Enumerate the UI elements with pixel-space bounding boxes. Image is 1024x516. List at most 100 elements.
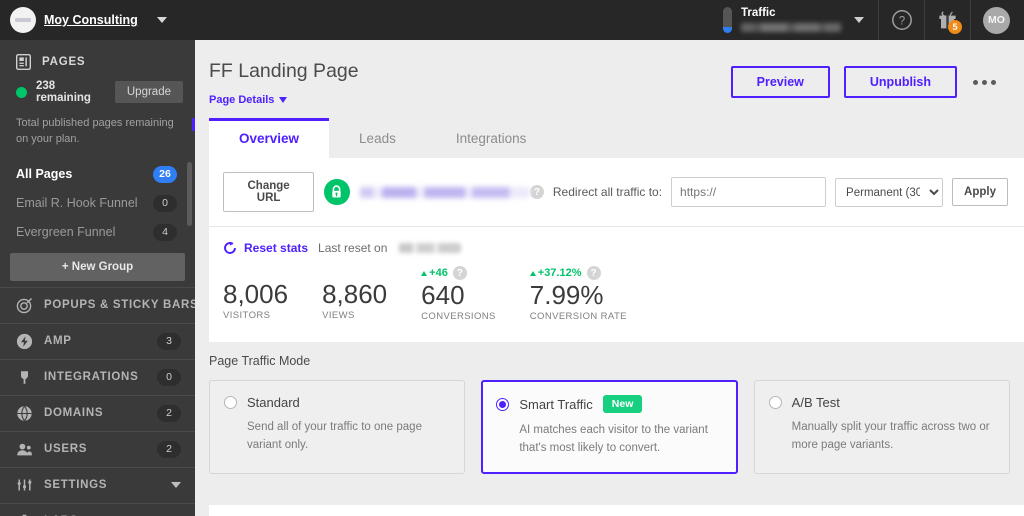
option-name: Smart Traffic (519, 396, 593, 412)
metric-value: 8,860 (322, 279, 388, 309)
delta-text: +37.12% (537, 267, 582, 279)
option-name: A/B Test (791, 395, 840, 411)
sidebar-item-count: 2 (157, 404, 181, 422)
metric-value: 7.99% (529, 280, 604, 310)
sidebar-item-amp[interactable]: AMP 3 (0, 322, 195, 359)
kebab-menu-icon[interactable] (971, 74, 998, 91)
traffic-selector[interactable]: Traffic (713, 0, 879, 40)
new-group-wrapper: + New Group (0, 247, 195, 287)
pages-remaining-row: 238 remaining Upgrade (0, 76, 195, 108)
sidebar-item-label: AMP (44, 335, 72, 348)
help-button[interactable]: ? (879, 0, 925, 40)
refresh-icon[interactable] (223, 241, 237, 255)
redirect-input[interactable] (671, 177, 827, 207)
secure-lock-icon (324, 179, 350, 205)
avatar[interactable]: MO (983, 6, 1010, 34)
last-reset-label: Last reset on (318, 241, 388, 255)
option-name: Standard (247, 395, 300, 411)
sidebar-item-users[interactable]: USERS 2 (0, 430, 195, 467)
chevron-down-icon[interactable] (171, 482, 181, 489)
list-item-label: All Pages (16, 167, 73, 182)
redirect-type-select[interactable]: Permanent (301) Temporary (302) (835, 177, 944, 207)
metric-conversion-rate: +37.12% ? 7.99% CONVERSION RATE (529, 265, 657, 322)
sidebar-item-email-r-hook-funnel[interactable]: Email R. Hook Funnel 0 (0, 189, 195, 218)
traffic-mode-option-standard[interactable]: Standard Send all of your traffic to one… (209, 380, 466, 474)
users-icon (16, 441, 33, 458)
list-item-count: 4 (153, 223, 177, 241)
page-traffic-mode-section: Page Traffic Mode Standard Send all of y… (195, 342, 1024, 498)
account-name[interactable]: Moy Consulting (44, 13, 138, 27)
sidebar-item-all-pages[interactable]: All Pages 26 (0, 160, 195, 189)
list-item-label: Evergreen Funnel (16, 225, 116, 240)
arrow-up-icon (529, 270, 536, 276)
sidebar-item-integrations[interactable]: INTEGRATIONS 0 (0, 358, 195, 395)
option-description: Manually split your traffic across two o… (791, 421, 990, 451)
page-header-left: FF Landing Page Page Details (209, 60, 359, 108)
globe-icon (16, 405, 33, 422)
metric-label: VIEWS (322, 310, 355, 322)
traffic-mode-option-smart-traffic[interactable]: Smart Traffic New AI matches each visito… (481, 380, 738, 474)
chevron-down-icon[interactable] (854, 17, 864, 23)
traffic-mode-option-ab-test[interactable]: A/B Test Manually split your traffic acr… (753, 380, 1010, 474)
upgrade-button[interactable]: Upgrade (114, 81, 183, 103)
traffic-domain-redacted (741, 22, 841, 32)
pages-list: All Pages 26 Email R. Hook Funnel 0 Ever… (0, 160, 195, 247)
pages-section-header: PAGES (0, 40, 195, 76)
redirect-controls: ? Redirect all traffic to: Permanent (30… (529, 177, 1008, 207)
gifts-button[interactable]: 5 (925, 0, 971, 40)
sidebar-item-labs[interactable]: LABS (0, 502, 195, 516)
help-circle-icon[interactable]: ? (529, 185, 544, 199)
delta-value: +46 (421, 267, 448, 279)
target-icon (16, 297, 33, 314)
option-header: Standard (224, 395, 450, 410)
radio-ab-test[interactable] (768, 396, 782, 410)
metric-views: 8,860 VIEWS (322, 265, 421, 322)
help-circle-icon[interactable]: ? (452, 266, 467, 280)
traffic-label: Traffic (741, 7, 776, 20)
list-item-count: 26 (153, 165, 177, 183)
new-group-button[interactable]: + New Group (10, 252, 185, 281)
option-description: AI matches each visitor to the variant t… (519, 424, 708, 454)
plug-icon (16, 369, 33, 386)
apply-button[interactable]: Apply (952, 178, 1008, 206)
url-row: Change URL ? Redirect all traffic to: ht… (209, 158, 1024, 227)
gifts-badge: 5 (948, 20, 962, 34)
page-header-actions: Preview Unpublish (730, 60, 998, 98)
sidebar: Moy Consulting PAGES 238 remaining Upgra… (0, 0, 195, 516)
page-header: FF Landing Page Page Details Preview Unp… (195, 40, 1024, 118)
sliders-icon (16, 477, 33, 494)
main-area: Traffic ? 5 MO FF Landing Page Page Deta… (195, 0, 1024, 516)
sidebar-item-count: 3 (157, 332, 181, 350)
reset-stats-link[interactable]: Reset stats (244, 241, 308, 255)
metric-conversions: +46 ? 640 CONVERSIONS (421, 265, 530, 322)
change-url-button[interactable]: Change URL (223, 172, 315, 212)
metrics-row: 8,006 VISITORS 8,860 VIEWS +46 ? 640 CON… (223, 265, 1010, 322)
tab-leads[interactable]: Leads (329, 118, 426, 158)
help-circle-icon[interactable]: ? (586, 266, 601, 280)
tab-overview[interactable]: Overview (209, 118, 330, 158)
sidebar-item-count: 0 (157, 368, 181, 386)
status-dot-icon (16, 86, 27, 98)
pages-icon (16, 54, 31, 70)
app-root: Moy Consulting PAGES 238 remaining Upgra… (0, 0, 1024, 516)
radio-smart-traffic[interactable] (496, 397, 510, 411)
unpublish-button[interactable]: Unpublish (843, 66, 957, 98)
preview-button[interactable]: Preview (730, 66, 830, 98)
radio-standard[interactable] (224, 396, 237, 410)
sidebar-item-popups-sticky-bars[interactable]: POPUPS & STICKY BARS 4 (0, 286, 195, 323)
sidebar-item-label: DOMAINS (44, 407, 104, 420)
sidebar-item-domains[interactable]: DOMAINS 2 (0, 394, 195, 431)
sidebar-item-label: POPUPS & STICKY BARS (44, 299, 195, 312)
option-description: Send all of your traffic to one page var… (247, 421, 422, 451)
metric-delta: +37.12% ? (529, 265, 627, 281)
page-url-redacted[interactable] (359, 186, 530, 198)
traffic-text: Traffic (741, 8, 841, 32)
tab-integrations[interactable]: Integrations (426, 118, 557, 158)
page-details-toggle[interactable]: Page Details (209, 94, 288, 106)
account-switcher[interactable]: Moy Consulting (0, 0, 195, 40)
sidebar-item-settings[interactable]: SETTINGS (0, 466, 195, 503)
sidebar-item-evergreen-funnel[interactable]: Evergreen Funnel 4 (0, 218, 195, 247)
stats-section: Reset stats Last reset on 8,006 VISITORS… (209, 227, 1024, 342)
chevron-down-icon[interactable] (157, 17, 167, 23)
page-title: FF Landing Page (209, 60, 359, 82)
